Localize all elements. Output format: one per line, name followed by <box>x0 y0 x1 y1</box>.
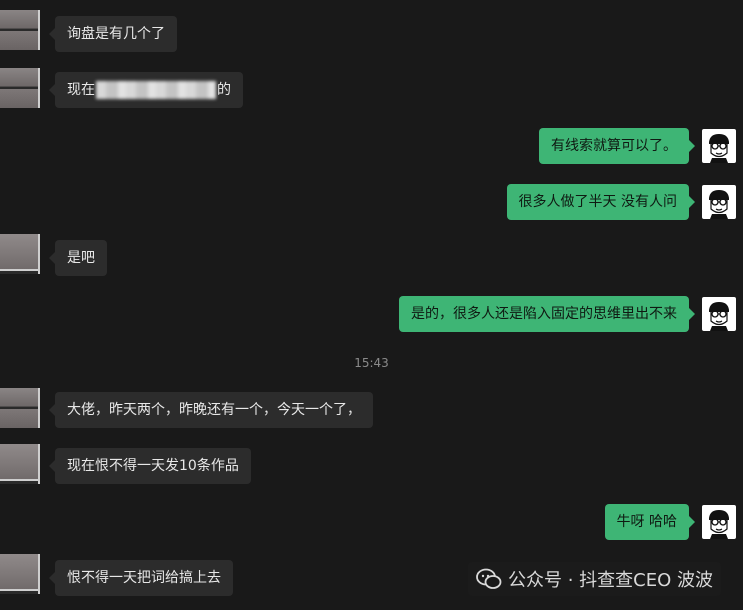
message-bubble[interactable]: 是的，很多人还是陷入固定的思维里出不来 <box>399 296 695 332</box>
message-bubble[interactable]: 有线索就算可以了。 <box>539 128 695 164</box>
message-row: 是的，很多人还是陷入固定的思维里出不来 <box>343 296 743 336</box>
message-row: 很多人做了半天 没有人问 <box>443 184 743 224</box>
my-avatar[interactable] <box>702 505 736 539</box>
message-row: 有线索就算可以了。 <box>483 128 743 168</box>
message-row: 是吧 <box>0 234 140 280</box>
message-text-suffix: 的 <box>217 82 231 98</box>
sender-avatar[interactable] <box>0 10 40 50</box>
watermark: 公众号 · 抖查查CEO 波波 <box>468 562 721 596</box>
sender-avatar[interactable] <box>0 68 40 108</box>
message-row: 恨不得一天把词给搞上去 <box>0 554 260 600</box>
message-row: 现在恨不得一天发10条作品 <box>0 444 260 488</box>
cartoon-face-icon <box>709 510 729 539</box>
sender-avatar[interactable] <box>0 388 40 428</box>
message-bubble[interactable]: 大佬，昨天两个，昨晚还有一个，今天一个了， <box>49 392 373 428</box>
cartoon-face-icon <box>709 190 729 219</box>
message-bubble[interactable]: 恨不得一天把词给搞上去 <box>49 560 233 596</box>
cartoon-face-icon <box>709 134 729 163</box>
my-avatar[interactable] <box>702 185 736 219</box>
message-bubble[interactable]: 是吧 <box>49 240 107 276</box>
my-avatar[interactable] <box>702 297 736 331</box>
watermark-text: 公众号 · 抖查查CEO 波波 <box>508 570 713 591</box>
message-bubble[interactable]: 现在恨不得一天发10条作品 <box>49 448 251 484</box>
message-text-prefix: 现在 <box>67 82 95 98</box>
message-row: 询盘是有几个了 <box>0 10 200 56</box>
message-bubble[interactable]: 现在 的 <box>49 72 243 108</box>
message-bubble[interactable]: 很多人做了半天 没有人问 <box>506 184 696 220</box>
message-bubble[interactable]: 牛呀 哈哈 <box>604 504 696 540</box>
wechat-icon <box>476 568 502 589</box>
sender-avatar[interactable] <box>0 554 40 594</box>
sender-avatar[interactable] <box>0 444 40 484</box>
redacted-text <box>96 81 216 99</box>
message-row: 现在 的 <box>0 68 260 112</box>
message-row: 牛呀 哈哈 <box>583 504 743 544</box>
chat-timestamp: 15:43 <box>354 356 389 370</box>
sender-avatar[interactable] <box>0 234 40 274</box>
cartoon-face-icon <box>709 302 729 331</box>
message-row: 大佬，昨天两个，昨晚还有一个，今天一个了， <box>0 388 400 432</box>
my-avatar[interactable] <box>702 129 736 163</box>
message-bubble[interactable]: 询盘是有几个了 <box>49 16 177 52</box>
